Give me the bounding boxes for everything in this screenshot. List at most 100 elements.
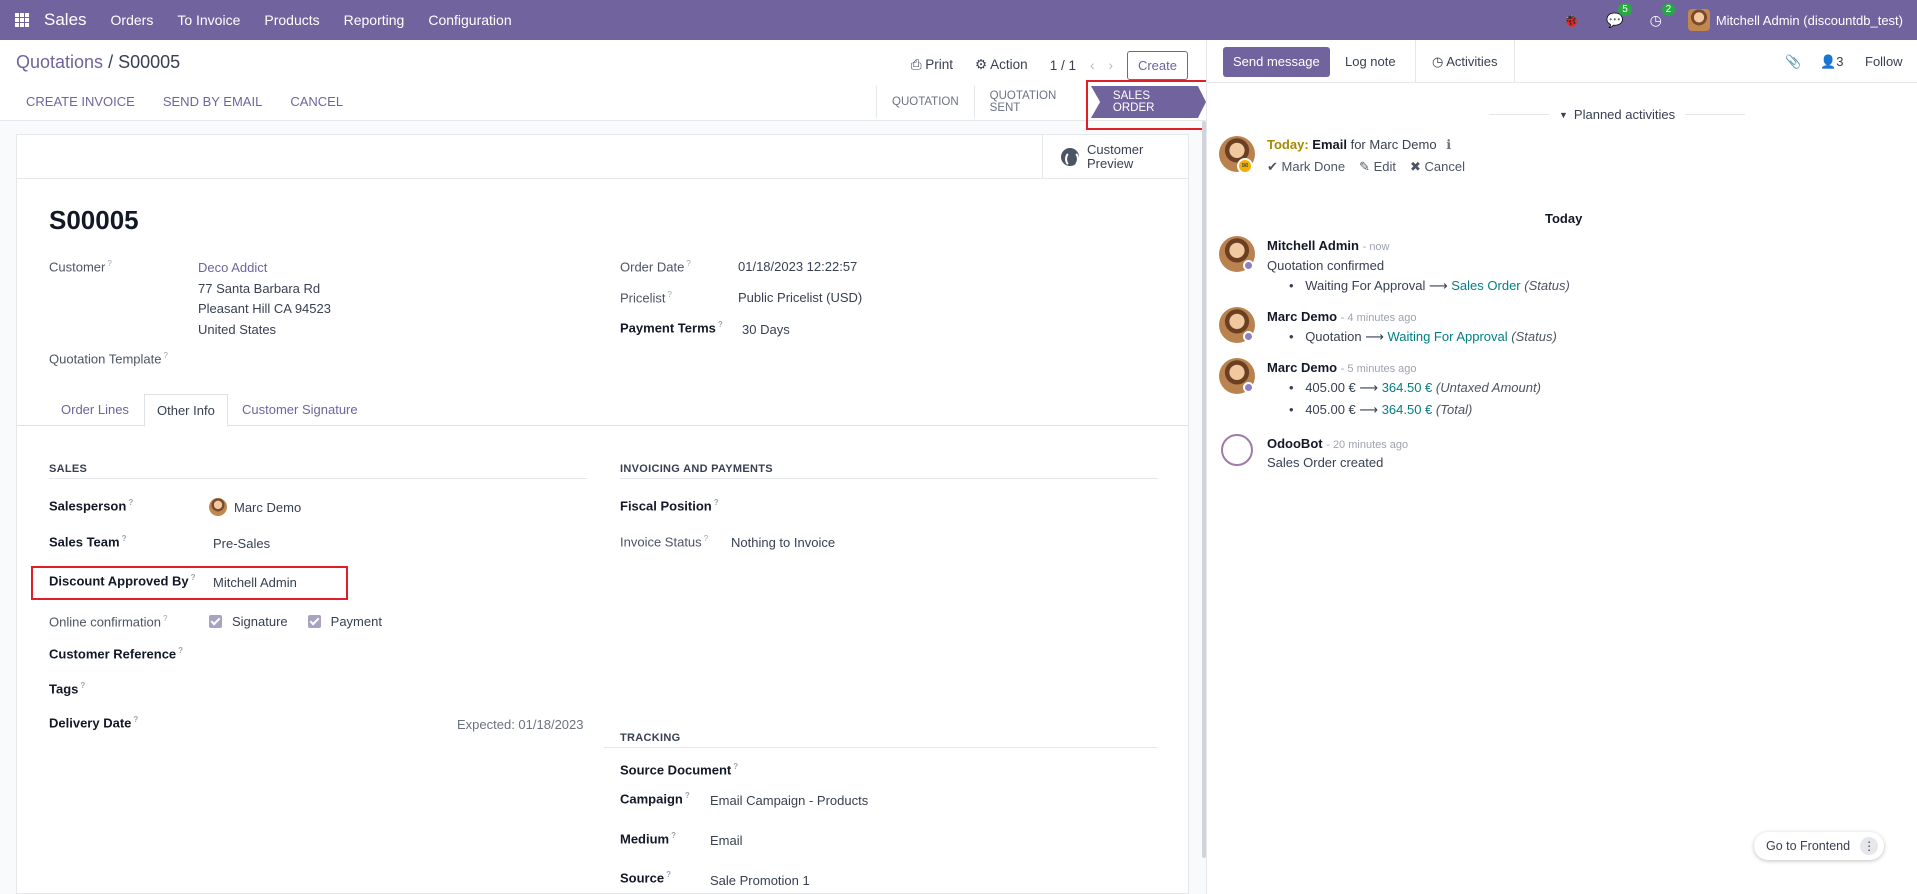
pricelist-field[interactable]: Public Pricelist (USD) [738,290,862,305]
arrow-right-icon: ⟶ [1365,329,1384,344]
message-body: Sales Order created [1267,455,1384,470]
menu-reporting[interactable]: Reporting [344,12,405,28]
message-header: Marc Demo - 4 minutes ago [1267,309,1417,324]
top-navbar: Sales Orders To Invoice Products Reporti… [0,0,1917,40]
customer-reference-label: Customer Reference? [49,646,184,662]
tracking-value: Quotation ⟶ Waiting For Approval (Status… [1289,329,1557,345]
gear-icon: ⚙ [975,57,988,72]
customer-address-line3: United States [198,322,277,337]
person-icon: 👤 [1820,54,1837,69]
breadcrumb-quotations[interactable]: Quotations [16,52,103,72]
clock-icon: ◷ [1432,54,1444,69]
campaign-label: Campaign? [620,791,690,807]
online-status-dot [1243,382,1254,393]
app-name[interactable]: Sales [44,10,87,30]
payment-checkbox[interactable] [307,615,321,628]
order-date-label: Order Date? [620,259,691,275]
form-actions: CREATE INVOICE SEND BY EMAIL CANCEL [26,94,343,109]
user-name: Mitchell Admin (discountdb_test) [1715,12,1903,28]
fiscal-position-label: Fiscal Position? [620,498,719,514]
activity-line: Today: Email for Marc Demo ℹ [1267,137,1452,152]
send-message-button[interactable]: Send message [1223,47,1330,77]
create-button[interactable]: Create [1126,50,1188,80]
activities-clock-icon[interactable]: ◷ 2 [1650,2,1676,29]
follow-button[interactable]: Follow [1865,40,1903,83]
menu-products[interactable]: Products [264,12,319,28]
activities-badge: 2 [1661,2,1676,16]
email-activity-icon: ✉ [1237,158,1253,174]
status-quotation[interactable]: QUOTATION [876,86,974,118]
action-button[interactable]: ⚙ Action [975,57,1028,73]
tab-customer-signature[interactable]: Customer Signature [230,394,370,426]
attachment-icon[interactable]: 📎 [1785,40,1801,83]
invoicing-section-title: INVOICING AND PAYMENTS [620,463,773,475]
menu-configuration[interactable]: Configuration [428,12,511,28]
arrow-right-icon: ⟶ [1429,278,1448,293]
planned-activities-toggle[interactable]: ▼ Planned activities [1489,107,1746,122]
user-avatar [1687,9,1710,31]
order-date-field[interactable]: 01/18/2023 12:22:57 [738,259,857,274]
mark-done-button[interactable]: ✔ Mark Done [1267,159,1345,175]
salesperson-field[interactable]: Marc Demo [209,498,301,516]
medium-field[interactable]: Email [710,833,743,848]
user-menu[interactable]: Mitchell Admin (discountdb_test) [1687,9,1903,31]
message-header: Mitchell Admin - now [1267,238,1390,253]
highlight-discount-approved [31,566,348,600]
info-icon[interactable]: ℹ [1446,137,1451,152]
sales-team-label: Sales Team? [49,534,127,550]
sales-section-title: SALES [49,463,88,475]
order-name: S00005 [49,205,139,235]
followers-button[interactable]: 👤3 [1820,40,1843,83]
customer-address-line2: Pleasant Hill CA 94523 [198,301,331,316]
go-to-frontend-widget: Go to Frontend ⋮ [1754,832,1885,860]
sales-section-divider [49,478,587,479]
tab-order-lines[interactable]: Order Lines [49,394,141,426]
create-invoice-button[interactable]: CREATE INVOICE [26,94,135,109]
control-panel: Quotations / S00005 ⎙ Print ⚙ Action 1 /… [0,40,1206,121]
bug-icon[interactable]: 🐞 [1563,12,1580,29]
pager-value[interactable]: 1 / 1 [1050,58,1076,73]
apps-menu-icon[interactable] [0,0,44,40]
customer-address-line1: 77 Santa Barbara Rd [198,281,321,296]
send-by-email-button[interactable]: SEND BY EMAIL [163,94,262,109]
print-button[interactable]: ⎙ Print [911,57,953,73]
payment-terms-field[interactable]: 30 Days [742,322,790,337]
tracking-section-title: TRACKING [620,732,681,744]
arrow-right-icon: ⟶ [1359,380,1379,395]
messages-icon[interactable]: 💬 5 [1606,2,1632,29]
menu-to-invoice[interactable]: To Invoice [177,12,240,28]
go-to-frontend-button[interactable]: Go to Frontend [1766,839,1850,853]
cancel-activity-button[interactable]: ✖ Cancel [1410,159,1465,175]
chatter-topbar: Send message Log note ◷ Activities 📎 👤3 … [1207,40,1917,83]
source-document-label: Source Document? [620,762,739,778]
pager-next-icon[interactable]: › [1108,58,1113,73]
more-options-icon[interactable]: ⋮ [1860,837,1879,855]
source-field[interactable]: Sale Promotion 1 [710,873,810,888]
messages-badge: 5 [1618,2,1632,16]
customer-preview-button[interactable]: Customer Preview [1042,135,1188,178]
globe-icon [1061,147,1079,167]
signature-label: Signature [232,614,288,629]
message-body: Quotation confirmed [1267,258,1385,273]
signature-checkbox[interactable] [209,615,222,628]
status-quotation-sent[interactable]: QUOTATION SENT [973,86,1097,118]
tracking-value: 405.00 € ⟶ 364.50 € (Total) [1289,402,1472,418]
button-box-divider [17,178,1188,179]
sales-team-field[interactable]: Pre-Sales [213,536,270,551]
caret-down-icon: ▼ [1559,109,1568,120]
odoobot-avatar [1221,434,1253,466]
chatter-panel: Send message Log note ◷ Activities 📎 👤3 … [1206,40,1917,894]
tab-other-info[interactable]: Other Info [144,394,228,427]
cancel-order-button[interactable]: CANCEL [290,94,343,109]
tracking-value: Waiting For Approval ⟶ Sales Order (Stat… [1289,278,1570,294]
breadcrumb: Quotations / S00005 [16,52,180,73]
pager-previous-icon[interactable]: ‹ [1090,58,1095,73]
menu-orders[interactable]: Orders [111,12,154,28]
customer-field[interactable]: Deco Addict [198,260,267,275]
quotation-template-label: Quotation Template? [49,351,168,367]
activities-button[interactable]: ◷ Activities [1415,40,1515,83]
campaign-field[interactable]: Email Campaign - Products [710,793,868,808]
log-note-button[interactable]: Log note [1345,40,1396,83]
payment-terms-label: Payment Terms? [620,320,723,336]
edit-activity-button[interactable]: ✎ Edit [1359,159,1396,175]
